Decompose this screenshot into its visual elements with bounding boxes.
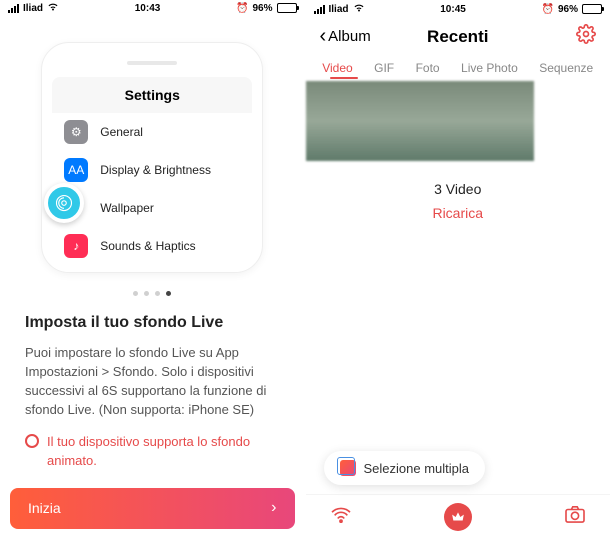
general-label: General bbox=[100, 125, 143, 139]
tab-sequenze[interactable]: Sequenze bbox=[535, 61, 597, 75]
dot bbox=[133, 291, 138, 296]
support-text: Il tuo dispositivo supporta lo sfondo an… bbox=[47, 433, 280, 469]
multi-select-icon bbox=[340, 460, 356, 476]
time-label: 10:45 bbox=[440, 4, 466, 15]
wallpaper-label: Wallpaper bbox=[100, 201, 154, 215]
display-label: Display & Brightness bbox=[100, 163, 211, 177]
back-label: Album bbox=[328, 28, 371, 45]
dot bbox=[144, 291, 149, 296]
time-label: 10:43 bbox=[135, 3, 161, 14]
screen-title: Recenti bbox=[427, 27, 488, 47]
battery-icon bbox=[277, 3, 297, 13]
dot-active bbox=[166, 291, 171, 296]
premium-icon[interactable] bbox=[444, 503, 472, 531]
wifi-transfer-icon[interactable] bbox=[330, 505, 352, 529]
siri-icon: ◐ bbox=[64, 272, 88, 273]
video-thumbnail[interactable] bbox=[306, 81, 534, 161]
camera-icon[interactable] bbox=[564, 505, 586, 529]
settings-row-general: ⚙ General bbox=[52, 113, 252, 151]
general-icon: ⚙ bbox=[64, 120, 88, 144]
back-button[interactable]: ‹ Album bbox=[320, 25, 371, 48]
reload-link[interactable]: Ricarica bbox=[306, 205, 610, 221]
alarm-icon: ⏰ bbox=[236, 3, 248, 14]
battery-icon bbox=[582, 4, 602, 14]
tab-foto[interactable]: Foto bbox=[412, 61, 444, 75]
wallpaper-highlight bbox=[44, 183, 84, 223]
bottom-bar bbox=[306, 494, 610, 539]
media-tabs: Video GIF Foto Live Photo Sequenze bbox=[306, 53, 610, 81]
tab-underline bbox=[330, 77, 358, 79]
video-count: 3 Video bbox=[306, 181, 610, 197]
sounds-label: Sounds & Haptics bbox=[100, 239, 195, 253]
settings-row-sounds: ♪ Sounds & Haptics bbox=[52, 227, 252, 265]
support-notice: Il tuo dispositivo supporta lo sfondo an… bbox=[25, 433, 280, 469]
battery-label: 96% bbox=[558, 4, 578, 15]
multi-select-label: Selezione multipla bbox=[364, 461, 470, 476]
settings-row-siri: ◐ Siri & Search bbox=[52, 265, 252, 273]
tab-gif[interactable]: GIF bbox=[370, 61, 398, 75]
settings-row-display: AA Display & Brightness bbox=[52, 151, 252, 189]
carrier-label: Iliad bbox=[329, 4, 349, 15]
chevron-right-icon: › bbox=[271, 499, 276, 517]
tab-video[interactable]: Video bbox=[318, 61, 356, 75]
status-bar: Iliad 10:45 ⏰ 96% bbox=[306, 0, 610, 18]
tab-live-photo[interactable]: Live Photo bbox=[457, 61, 522, 75]
start-label: Inizia bbox=[28, 500, 61, 516]
status-bar: Iliad 10:43 ⏰ 96% bbox=[0, 0, 305, 17]
carrier-label: Iliad bbox=[23, 3, 43, 14]
signal-icon bbox=[314, 5, 325, 14]
page-title: Imposta il tuo sfondo Live bbox=[25, 314, 280, 332]
alarm-icon: ⏰ bbox=[542, 4, 554, 15]
settings-header: Settings bbox=[52, 77, 252, 113]
page-dots bbox=[0, 291, 305, 296]
wifi-icon bbox=[47, 2, 59, 14]
settings-row-wallpaper: Wallpaper bbox=[52, 189, 252, 227]
chevron-left-icon: ‹ bbox=[320, 25, 327, 48]
battery-label: 96% bbox=[252, 3, 272, 14]
start-button[interactable]: Inizia › bbox=[10, 488, 295, 529]
gear-icon[interactable] bbox=[576, 24, 596, 49]
ring-icon bbox=[25, 434, 39, 448]
settings-mockup: Settings ⚙ General AA Display & Brightne… bbox=[41, 42, 263, 273]
notch bbox=[127, 61, 177, 65]
multi-select-button[interactable]: Selezione multipla bbox=[324, 451, 486, 485]
signal-icon bbox=[8, 4, 19, 13]
sounds-icon: ♪ bbox=[64, 234, 88, 258]
page-description: Puoi impostare lo sfondo Live su App Imp… bbox=[25, 344, 280, 419]
wifi-icon bbox=[353, 3, 365, 15]
dot bbox=[155, 291, 160, 296]
display-icon: AA bbox=[64, 158, 88, 182]
